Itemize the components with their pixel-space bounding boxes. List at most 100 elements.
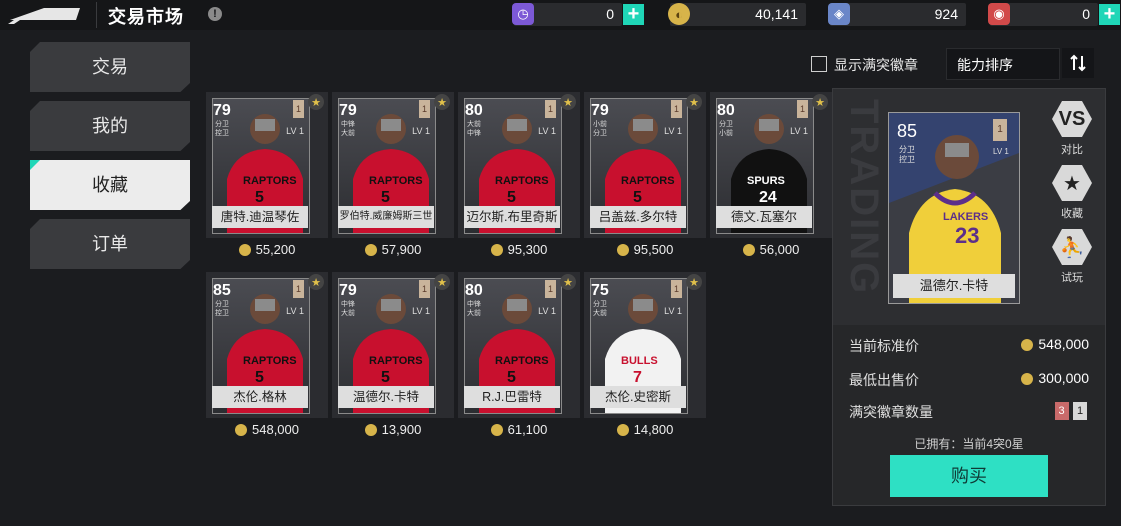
player-level: LV 1 — [412, 306, 430, 316]
currency-ticket: ◷ 0 + — [512, 3, 644, 26]
star-icon[interactable]: ★ — [434, 94, 450, 110]
gold-coin-icon — [490, 244, 503, 256]
rank-badge: 1 — [545, 280, 556, 298]
player-position: 中锋 大前 — [467, 301, 481, 317]
player-card-image: RAPTORS 5 79 分卫 控卫 1 LV 1 ★ 唐特.迪温琴佐 — [206, 92, 328, 238]
try-play-label: 试玩 — [1061, 272, 1083, 284]
player-name: 杰伦.史密斯 — [590, 386, 686, 408]
player-rating: 79 — [213, 102, 231, 119]
sidebar-item-label: 交易 — [92, 57, 128, 77]
player-rating: 79 — [591, 102, 609, 119]
player-card[interactable]: RAPTORS 5 85 分卫 控卫 1 LV 1 ★ 杰伦.格林 548,000 — [206, 272, 328, 448]
info-icon[interactable]: ! — [208, 7, 222, 21]
player-card[interactable]: SPURS 24 80 分卫 小前 1 LV 1 ★ 德文.瓦塞尔 56,000 — [710, 92, 832, 268]
sort-select[interactable]: 能力排序 — [946, 48, 1060, 80]
jersey-team-text: BULLS — [621, 355, 658, 367]
jersey-number: 5 — [633, 189, 642, 206]
compare-label: 对比 — [1061, 144, 1083, 156]
red-gem-icon: ◉ — [988, 3, 1010, 25]
diamond-icon: ◈ — [828, 3, 850, 25]
jersey-number: 5 — [255, 369, 264, 386]
player-price-value: 57,900 — [381, 242, 422, 257]
player-price: 95,300 — [458, 242, 580, 257]
sidebar-item-mine[interactable]: 我的 — [30, 101, 190, 151]
try-play-button[interactable]: ⛹ 试玩 — [1051, 227, 1093, 285]
jersey-team-text: RAPTORS — [621, 175, 675, 187]
player-name: 罗伯特.威廉姆斯三世 — [338, 206, 434, 228]
player-level: LV 1 — [664, 126, 682, 136]
rank-badge: 1 — [419, 280, 430, 298]
add-ticket-button[interactable]: + — [623, 4, 644, 25]
detail-panel: TRADING 85 分卫 控卫 1 LV 1 LAKERS 23 温德尔.卡特… — [832, 88, 1106, 506]
add-red-gem-button[interactable]: + — [1099, 4, 1120, 25]
player-level: LV 1 — [664, 306, 682, 316]
jersey-team-text: SPURS — [747, 175, 785, 187]
show-full-badge-checkbox[interactable] — [811, 56, 827, 72]
star-icon[interactable]: ★ — [560, 94, 576, 110]
jersey-number: 5 — [507, 369, 516, 386]
sort-order-button[interactable] — [1062, 48, 1094, 78]
sort-icon — [1070, 54, 1086, 72]
star-icon[interactable]: ★ — [434, 274, 450, 290]
sidebar-item-favorites[interactable]: 收藏 — [30, 160, 190, 210]
star-icon[interactable]: ★ — [686, 274, 702, 290]
player-card[interactable]: RAPTORS 5 79 小前 分卫 1 LV 1 ★ 吕盖兹.多尔特 95,500 — [584, 92, 706, 268]
sidebar-item-label: 订单 — [92, 234, 128, 254]
vs-icon: VS — [1052, 101, 1092, 137]
standard-price-label: 当前标准价 — [849, 338, 919, 354]
show-full-badge-label[interactable]: 显示满突徽章 — [834, 55, 918, 75]
star-icon[interactable]: ★ — [560, 274, 576, 290]
player-card[interactable]: RAPTORS 5 79 分卫 控卫 1 LV 1 ★ 唐特.迪温琴佐 55,200 — [206, 92, 328, 268]
player-price-value: 13,900 — [381, 422, 422, 437]
sidebar-item-orders[interactable]: 订单 — [30, 219, 190, 269]
player-rating: 79 — [339, 282, 357, 299]
buy-button[interactable]: 购买 — [890, 455, 1048, 497]
favorite-label: 收藏 — [1061, 208, 1083, 220]
compare-button[interactable]: VS 对比 — [1051, 99, 1093, 157]
jersey-number: 5 — [381, 189, 390, 206]
player-name: R.J.巴雷特 — [464, 386, 560, 408]
currency-red-gem: ◉ 0 + — [988, 3, 1120, 26]
currency-red-gem-value: 0 — [1082, 6, 1090, 22]
lowest-price-label: 最低出售价 — [849, 372, 919, 388]
player-card[interactable]: RAPTORS 5 79 中锋 大前 1 LV 1 ★ 温德尔.卡特 13,900 — [332, 272, 454, 448]
player-price: 548,000 — [206, 422, 328, 437]
player-card-image: RAPTORS 5 85 分卫 控卫 1 LV 1 ★ 杰伦.格林 — [206, 272, 328, 418]
player-level: LV 1 — [286, 126, 304, 136]
badge-count-white: 1 — [1073, 402, 1087, 420]
jersey-number: 5 — [381, 369, 390, 386]
player-card-image: SPURS 24 80 分卫 小前 1 LV 1 ★ 德文.瓦塞尔 — [710, 92, 832, 238]
star-icon[interactable]: ★ — [308, 94, 324, 110]
player-rating: 79 — [339, 102, 357, 119]
player-card[interactable]: BULLS 7 75 分卫 大前 1 LV 1 ★ 杰伦.史密斯 14,800 — [584, 272, 706, 448]
player-card[interactable]: RAPTORS 5 80 中锋 大前 1 LV 1 ★ R.J.巴雷特 61,100 — [458, 272, 580, 448]
player-price: 55,200 — [206, 242, 328, 257]
player-card[interactable]: RAPTORS 5 79 中锋 大前 1 LV 1 ★ 罗伯特.威廉姆斯三世 57,900 — [332, 92, 454, 268]
player-name: 吕盖兹.多尔特 — [590, 206, 686, 228]
currency-diamond: ◈ 924 — [828, 3, 966, 26]
star-icon[interactable]: ★ — [812, 94, 828, 110]
player-level: LV 1 — [790, 126, 808, 136]
player-position: 分卫 控卫 — [215, 121, 229, 137]
player-rating: 75 — [591, 282, 609, 299]
favorite-button[interactable]: ★ 收藏 — [1051, 163, 1093, 221]
star-icon[interactable]: ★ — [686, 94, 702, 110]
sort-select-value: 能力排序 — [957, 57, 1013, 73]
player-card-image: RAPTORS 5 80 中锋 大前 1 LV 1 ★ R.J.巴雷特 — [458, 272, 580, 418]
player-level: LV 1 — [538, 126, 556, 136]
star-icon[interactable]: ★ — [308, 274, 324, 290]
lowest-price-value: 300,000 — [1021, 370, 1089, 386]
back-arrow-icon[interactable] — [4, 2, 88, 28]
gold-coin-icon — [1021, 339, 1034, 351]
detail-rank-badge: 1 — [993, 119, 1007, 141]
rank-badge: 1 — [797, 100, 808, 118]
player-price-value: 61,100 — [507, 422, 548, 437]
player-card-image: RAPTORS 5 79 小前 分卫 1 LV 1 ★ 吕盖兹.多尔特 — [584, 92, 706, 238]
currency-gold-value: 40,141 — [755, 6, 798, 22]
standard-price-value: 548,000 — [1021, 336, 1089, 352]
player-card[interactable]: RAPTORS 5 80 大前 中锋 1 LV 1 ★ 迈尔斯.布里奇斯 95,300 — [458, 92, 580, 268]
player-card-image: RAPTORS 5 80 大前 中锋 1 LV 1 ★ 迈尔斯.布里奇斯 — [458, 92, 580, 238]
player-position: 分卫 小前 — [719, 121, 733, 137]
sidebar-item-trade[interactable]: 交易 — [30, 42, 190, 92]
player-position: 中锋 大前 — [341, 121, 355, 137]
